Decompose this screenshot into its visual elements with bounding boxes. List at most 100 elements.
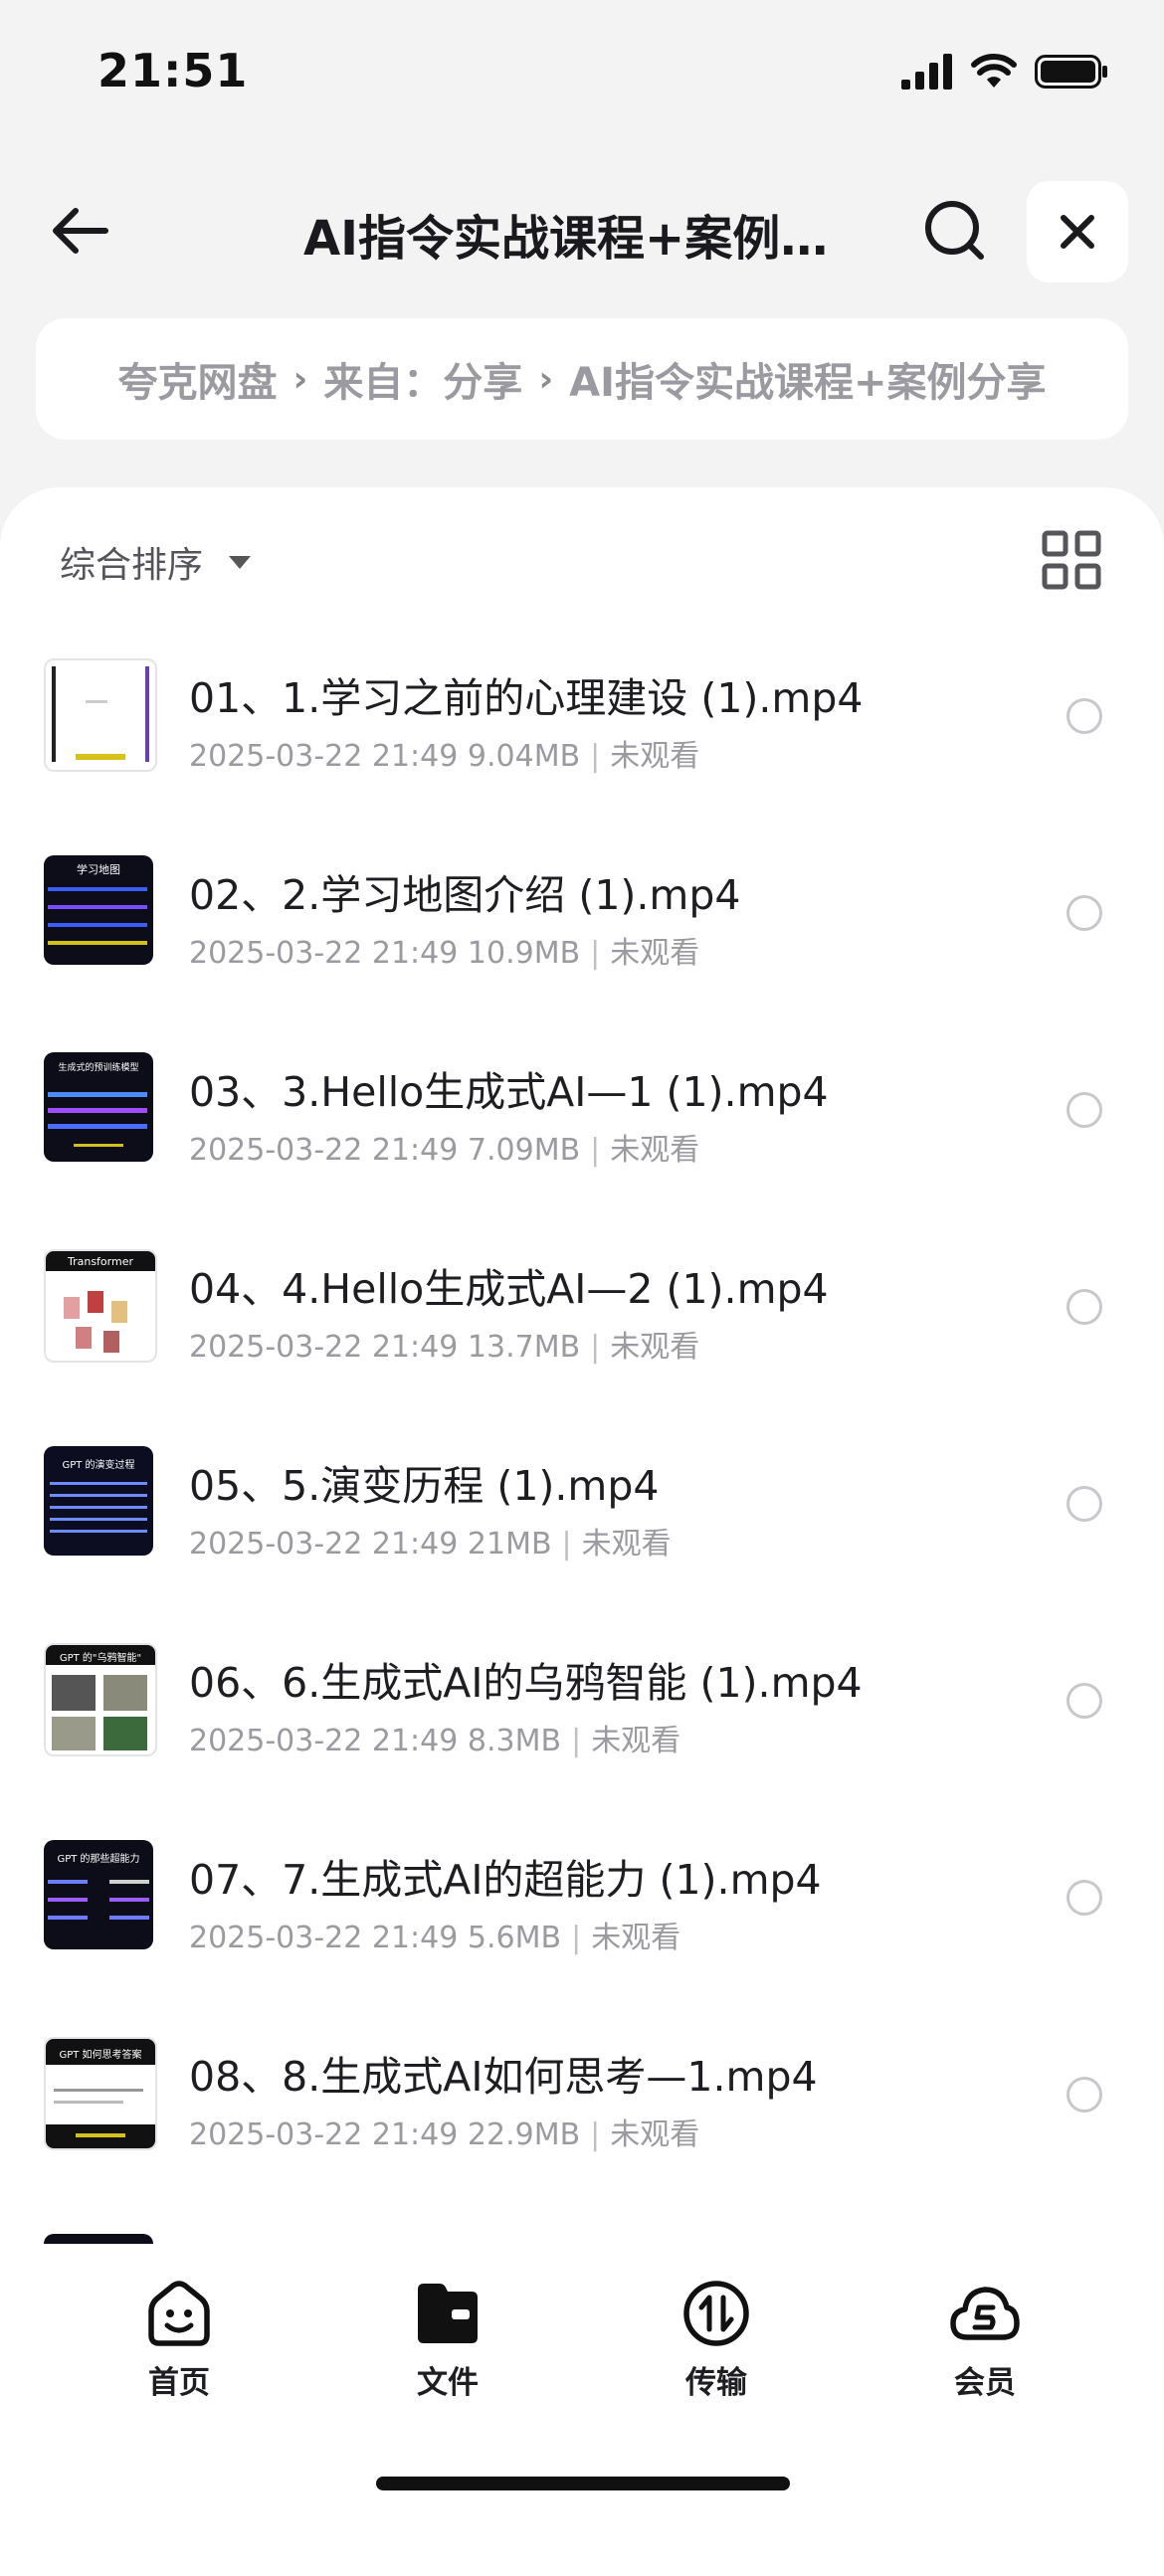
close-icon xyxy=(1061,215,1094,249)
select-radio[interactable] xyxy=(1067,1092,1102,1128)
thumbnail-caption: GPT 的那些超能力 xyxy=(57,1854,140,1865)
divider: | xyxy=(571,1724,582,1758)
thumbnail-caption: 学习地图 xyxy=(77,863,120,876)
file-size: 5.6MB xyxy=(467,1921,562,1955)
file-name: 06、6.生成式AI的乌鸦智能 (1).mp4 xyxy=(189,1659,863,1707)
watch-status: 未观看 xyxy=(581,1527,672,1562)
file-name: 04、4.Hello生成式AI—2 (1).mp4 xyxy=(189,1265,829,1313)
select-radio[interactable] xyxy=(1067,1289,1102,1325)
select-radio[interactable] xyxy=(1067,895,1102,931)
video-thumbnail: GPT 的"乌鸦智能" xyxy=(44,1643,157,1756)
back-arrow-icon xyxy=(53,208,108,254)
nav-header: AI指令实战课程+案例分享 xyxy=(0,169,1164,293)
select-radio[interactable] xyxy=(1067,1683,1102,1719)
file-meta: 2025-03-22 21:49 9.04MB | 未观看 xyxy=(189,731,699,775)
file-meta: 2025-03-22 21:49 22.9MB | 未观看 xyxy=(189,2110,699,2153)
file-name: 07、7.生成式AI的超能力 (1).mp4 xyxy=(189,1856,822,1904)
tab-member-label: 会员 xyxy=(954,2365,1016,2401)
chevron-right-icon: › xyxy=(292,358,308,400)
divider: | xyxy=(590,936,601,971)
select-radio[interactable] xyxy=(1067,2077,1102,2113)
watch-status: 未观看 xyxy=(610,2117,700,2152)
list-item[interactable]: GPT 的那些超能力 07、7.生成式AI的超能力 (1).mp4 2025-0… xyxy=(0,1818,1164,2015)
breadcrumb-item-root[interactable]: 夸克网盘 xyxy=(117,350,277,408)
grid-view-icon[interactable] xyxy=(1041,529,1102,591)
sort-label: 综合排序 xyxy=(60,545,204,586)
thumbnail-caption: GPT 的"乌鸦智能" xyxy=(59,1653,142,1664)
list-item[interactable]: 学习地图 02、2.学习地图介绍 (1).mp4 2025-03-22 21:4… xyxy=(0,833,1164,1030)
select-radio[interactable] xyxy=(1067,1880,1102,1916)
thumbnail-caption: GPT 如何思考答案 xyxy=(59,2050,142,2061)
list-item[interactable]: GPT 如何思考答案 08、8.生成式AI如何思考—1.mp4 2025-03-… xyxy=(0,2015,1164,2212)
video-thumbnail xyxy=(44,2234,153,2244)
file-meta: 2025-03-22 21:49 13.7MB | 未观看 xyxy=(189,1322,699,1366)
select-radio[interactable] xyxy=(1067,1486,1102,1522)
list-item[interactable]: 生成式的预训练模型 03、3.Hello生成式AI—1 (1).mp4 2025… xyxy=(0,1030,1164,1227)
video-thumbnail: GPT 的那些超能力 xyxy=(44,1840,153,1949)
file-size: 10.9MB xyxy=(467,936,581,971)
chevron-right-icon: › xyxy=(538,358,554,400)
file-name: 08、8.生成式AI如何思考—1.mp4 xyxy=(189,2053,818,2101)
file-meta: 2025-03-22 21:49 5.6MB | 未观看 xyxy=(189,1913,680,1956)
home-indicator xyxy=(376,2477,790,2490)
search-button[interactable] xyxy=(915,191,995,271)
divider: | xyxy=(571,1921,582,1955)
smiley-home-icon xyxy=(148,2281,210,2346)
divider: | xyxy=(590,1330,601,1365)
status-bar: 21:51 xyxy=(0,0,1164,149)
tab-home[interactable]: 首页 xyxy=(109,2278,249,2407)
watch-status: 未观看 xyxy=(591,1724,681,1758)
thumbnail-caption: 生成式的预训练模型 xyxy=(58,1063,139,1073)
list-item[interactable]: GPT 的演变过程 05、5.演变历程 (1).mp4 2025-03-22 2… xyxy=(0,1424,1164,1621)
caret-down-icon xyxy=(229,555,252,569)
sort-dropdown[interactable]: 综合排序 xyxy=(60,532,252,592)
breadcrumb: 夸克网盘 › 来自：分享 › AI指令实战课程+案例分享 xyxy=(36,318,1128,440)
folder-icon xyxy=(418,2284,478,2343)
list-item[interactable]: GPT 的"乌鸦智能" 06、6.生成式AI的乌鸦智能 (1).mp4 2025… xyxy=(0,1621,1164,1818)
tab-member[interactable]: 会员 xyxy=(915,2278,1055,2407)
video-thumbnail: Transformer xyxy=(44,1249,157,1363)
file-date: 2025-03-22 21:49 xyxy=(189,1724,459,1758)
cloud-member-icon xyxy=(950,2287,1020,2340)
select-radio[interactable] xyxy=(1067,698,1102,734)
list-item[interactable]: 01、1.学习之前的心理建设 (1).mp4 2025-03-22 21:49 … xyxy=(0,637,1164,833)
tab-home-label: 首页 xyxy=(148,2365,210,2401)
file-name: 02、2.学习地图介绍 (1).mp4 xyxy=(189,871,741,919)
status-icons xyxy=(901,52,1108,92)
file-size: 21MB xyxy=(467,1527,552,1562)
divider: | xyxy=(590,1133,601,1168)
file-date: 2025-03-22 21:49 xyxy=(189,936,459,971)
back-button[interactable] xyxy=(40,191,119,271)
video-thumbnail: 学习地图 xyxy=(44,855,153,965)
file-meta: 2025-03-22 21:49 10.9MB | 未观看 xyxy=(189,928,699,972)
file-date: 2025-03-22 21:49 xyxy=(189,1330,459,1365)
page-title: AI指令实战课程+案例分享 xyxy=(303,211,841,267)
list-item[interactable]: Transformer 04、4.Hello生成式AI—2 (1).mp4 20… xyxy=(0,1227,1164,1424)
cellular-signal-icon xyxy=(901,54,952,90)
video-thumbnail: 生成式的预训练模型 xyxy=(44,1052,153,1162)
breadcrumb-item-source[interactable]: 来自：分享 xyxy=(323,350,522,408)
tab-transfer[interactable]: 传输 xyxy=(647,2278,786,2407)
search-icon xyxy=(925,201,984,260)
status-time: 21:51 xyxy=(97,44,249,97)
file-list: 01、1.学习之前的心理建设 (1).mp4 2025-03-22 21:49 … xyxy=(0,637,1164,2244)
file-size: 13.7MB xyxy=(467,1330,581,1365)
file-date: 2025-03-22 21:49 xyxy=(189,2117,459,2152)
file-meta: 2025-03-22 21:49 8.3MB | 未观看 xyxy=(189,1716,680,1759)
video-thumbnail xyxy=(44,658,157,772)
list-item-partial[interactable] xyxy=(0,2212,1164,2244)
video-thumbnail: GPT 如何思考答案 xyxy=(44,2037,157,2150)
close-button[interactable] xyxy=(1027,181,1128,282)
wifi-icon xyxy=(971,54,1017,88)
tab-files[interactable]: 文件 xyxy=(378,2278,517,2407)
file-date: 2025-03-22 21:49 xyxy=(189,1921,459,1955)
file-size: 8.3MB xyxy=(467,1724,562,1758)
divider: | xyxy=(590,739,601,774)
watch-status: 未观看 xyxy=(610,936,700,971)
divider: | xyxy=(590,2117,601,2152)
file-date: 2025-03-22 21:49 xyxy=(189,739,459,774)
file-size: 7.09MB xyxy=(467,1133,581,1168)
file-meta: 2025-03-22 21:49 7.09MB | 未观看 xyxy=(189,1125,699,1169)
file-name: 03、3.Hello生成式AI—1 (1).mp4 xyxy=(189,1068,829,1116)
file-size: 22.9MB xyxy=(467,2117,581,2152)
